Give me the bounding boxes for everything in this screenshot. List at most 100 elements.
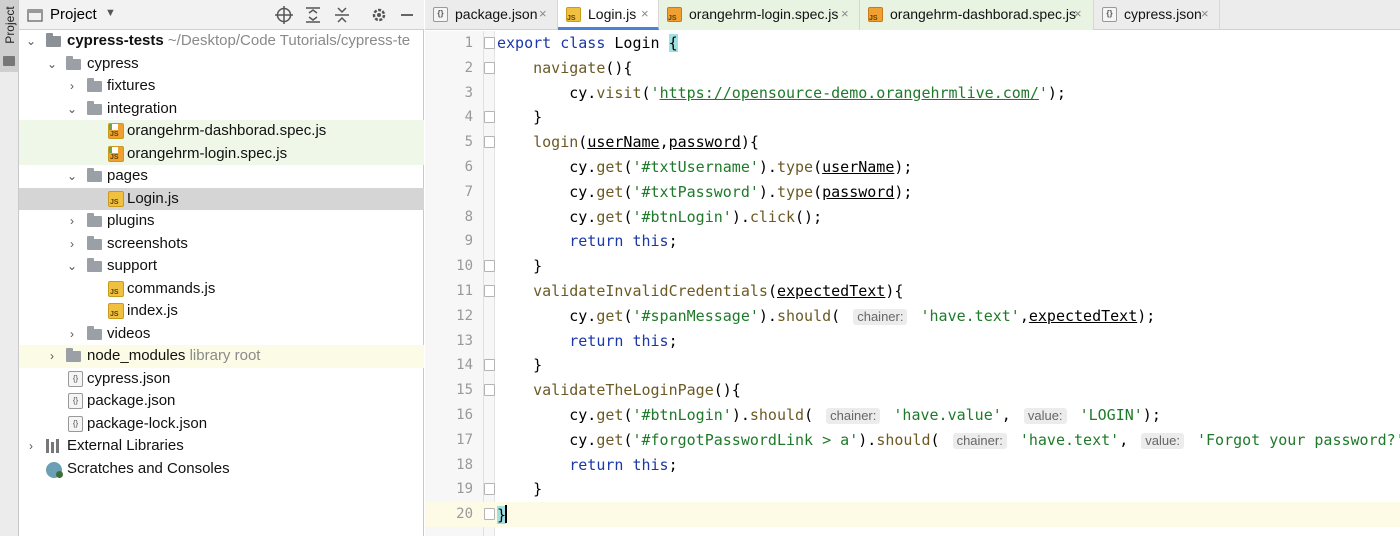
code-line[interactable]: 1 export class Login { xyxy=(425,31,1400,56)
code-text: navigate(){ xyxy=(533,58,633,77)
close-icon[interactable]: × xyxy=(539,6,547,21)
json-file-icon: {} xyxy=(68,393,83,409)
fold-marker-icon[interactable] xyxy=(484,508,495,521)
chevron-right-icon[interactable]: › xyxy=(25,439,37,453)
tree-item-videos[interactable]: › videos xyxy=(19,323,424,346)
js-file-icon: JS xyxy=(108,303,124,319)
tree-item-cypress-json[interactable]: {} cypress.json xyxy=(19,368,424,391)
chevron-right-icon[interactable]: › xyxy=(66,214,78,228)
folder-icon xyxy=(87,78,103,92)
tree-item-fixtures[interactable]: › fixtures xyxy=(19,75,424,98)
close-icon[interactable]: × xyxy=(641,6,649,21)
minimize-icon[interactable] xyxy=(396,4,418,26)
chevron-down-icon[interactable]: ⌄ xyxy=(66,259,78,273)
tree-item-scratches-and-consoles[interactable]: Scratches and Consoles xyxy=(19,458,424,481)
tree-item-cypress-tests[interactable]: ⌄ cypress-tests ~/Desktop/Code Tutorials… xyxy=(19,30,424,53)
code-line[interactable]: 7 cy.get('#txtPassword').type(password); xyxy=(425,180,1400,205)
chevron-down-icon[interactable]: ⌄ xyxy=(66,102,78,116)
tab-orangehrm-login-spec[interactable]: JS orangehrm-login.spec.js × xyxy=(659,0,860,30)
tree-item-label: package.json xyxy=(87,392,176,409)
code-line[interactable]: 14 } xyxy=(425,353,1400,378)
chevron-down-icon[interactable]: ⌄ xyxy=(46,57,58,71)
tree-item-external-libraries[interactable]: › External Libraries xyxy=(19,435,424,458)
close-icon[interactable]: × xyxy=(1201,6,1209,21)
tree-item-label: fixtures xyxy=(107,77,156,94)
code-line[interactable]: 11 validateInvalidCredentials(expectedTe… xyxy=(425,279,1400,304)
fold-marker-icon[interactable] xyxy=(484,285,495,297)
tree-item-login-js[interactable]: JS Login.js xyxy=(19,187,424,210)
tree-item-label: Scratches and Consoles xyxy=(67,459,230,477)
tree-item-cypress[interactable]: ⌄ cypress xyxy=(19,53,424,76)
collapse-all-icon[interactable] xyxy=(331,4,353,26)
chevron-down-icon[interactable]: ⌄ xyxy=(25,34,37,48)
tree-item-orangehrm-login-spec[interactable]: JS orangehrm-login.spec.js xyxy=(19,142,424,165)
code-line[interactable]: 5 login(userName,password){ xyxy=(425,130,1400,155)
tree-item-plugins[interactable]: › plugins xyxy=(19,210,424,233)
tree-item-label: orangehrm-dashborad.spec.js xyxy=(127,122,327,139)
code-text: validateTheLoginPage(){ xyxy=(533,381,741,400)
code-line[interactable]: 18 return this; xyxy=(425,453,1400,478)
chevron-down-icon[interactable]: ⌄ xyxy=(66,169,78,183)
tree-item-package-json[interactable]: {} package.json xyxy=(19,390,424,413)
close-icon[interactable]: × xyxy=(1074,6,1082,21)
tree-item-label: support xyxy=(107,257,158,274)
folder-icon xyxy=(87,325,103,340)
tree-item-label: integration xyxy=(107,99,178,117)
code-line[interactable]: 16 cy.get('#btnLogin').should( chainer: … xyxy=(425,403,1400,428)
code-line[interactable]: 12 cy.get('#spanMessage').should( chaine… xyxy=(425,304,1400,329)
js-test-icon: JS xyxy=(667,7,682,22)
code-line[interactable]: 10 } xyxy=(425,254,1400,279)
code-line[interactable]: 9 return this; xyxy=(425,229,1400,254)
tree-item-support[interactable]: ⌄ support xyxy=(19,255,424,278)
fold-marker-icon[interactable] xyxy=(484,359,495,372)
tab-label: orangehrm-login.spec.js xyxy=(689,6,839,22)
fold-marker-icon[interactable] xyxy=(484,61,495,74)
tab-orangehrm-dashborad-spec[interactable]: JS orangehrm-dashborad.spec.js × xyxy=(860,0,1094,30)
code-line[interactable]: 4 } xyxy=(425,105,1400,130)
chevron-right-icon[interactable]: › xyxy=(66,79,78,93)
code-line[interactable]: 15 validateTheLoginPage(){ xyxy=(425,378,1400,403)
tree-item-label: index.js xyxy=(127,302,178,319)
chevron-right-icon[interactable]: › xyxy=(66,327,78,341)
fold-marker-icon[interactable] xyxy=(484,483,495,496)
tree-item-integration[interactable]: ⌄ integration xyxy=(19,98,424,121)
fold-marker-icon[interactable] xyxy=(484,136,495,149)
tree-item-index-js[interactable]: JS index.js xyxy=(19,300,424,323)
tree-item-node-modules[interactable]: › node_modules library root xyxy=(19,345,424,368)
tree-item-package-lock-json[interactable]: {} package-lock.json xyxy=(19,413,424,436)
line-number: 5 xyxy=(464,134,473,151)
js-file-icon: JS xyxy=(108,280,124,297)
code-editor[interactable]: 1 export class Login {2 navigate(){3 cy.v… xyxy=(425,31,1400,536)
fold-marker-icon[interactable] xyxy=(484,37,495,49)
code-line[interactable]: 17 cy.get('#forgotPasswordLink > a').sho… xyxy=(425,428,1400,453)
code-line[interactable]: 2 navigate(){ xyxy=(425,56,1400,81)
locate-icon[interactable] xyxy=(273,4,295,26)
fold-marker-icon[interactable] xyxy=(484,260,495,273)
code-line[interactable]: 8 cy.get('#btnLogin').click(); xyxy=(425,205,1400,230)
tree-item-screenshots[interactable]: › screenshots xyxy=(19,233,424,256)
chevron-down-icon[interactable]: ▼ xyxy=(105,7,116,19)
code-line[interactable]: 6 cy.get('#txtUsername').type(userName); xyxy=(425,155,1400,180)
code-line[interactable]: 3 cy.visit('https://opensource-demo.oran… xyxy=(425,81,1400,106)
tab-login-js[interactable]: JS Login.js × xyxy=(558,0,659,30)
project-tool-label: Project xyxy=(3,6,17,44)
project-tool-tab[interactable]: Project xyxy=(0,0,18,72)
gear-icon[interactable] xyxy=(368,4,390,26)
tab-package-json[interactable]: {} package.json × xyxy=(425,0,558,30)
libraries-icon xyxy=(46,439,62,453)
close-icon[interactable]: × xyxy=(841,6,849,21)
code-line[interactable]: 13 return this; xyxy=(425,329,1400,354)
tree-item-orangehrm-dashborad-spec[interactable]: JS orangehrm-dashborad.spec.js xyxy=(19,120,424,143)
json-file-icon: {} xyxy=(68,370,83,387)
chevron-right-icon[interactable]: › xyxy=(66,237,78,251)
tree-item-commands-js[interactable]: JS commands.js xyxy=(19,278,424,301)
fold-marker-icon[interactable] xyxy=(484,384,495,397)
project-panel-title[interactable]: Project xyxy=(50,6,97,23)
tree-item-pages[interactable]: ⌄ pages xyxy=(19,165,424,188)
code-line[interactable]: 20} xyxy=(425,502,1400,527)
chevron-right-icon[interactable]: › xyxy=(46,349,58,363)
fold-marker-icon[interactable] xyxy=(484,111,495,124)
code-line[interactable]: 19 } xyxy=(425,477,1400,502)
expand-all-icon[interactable] xyxy=(302,4,324,26)
tab-cypress-json[interactable]: {} cypress.json × xyxy=(1094,0,1220,30)
